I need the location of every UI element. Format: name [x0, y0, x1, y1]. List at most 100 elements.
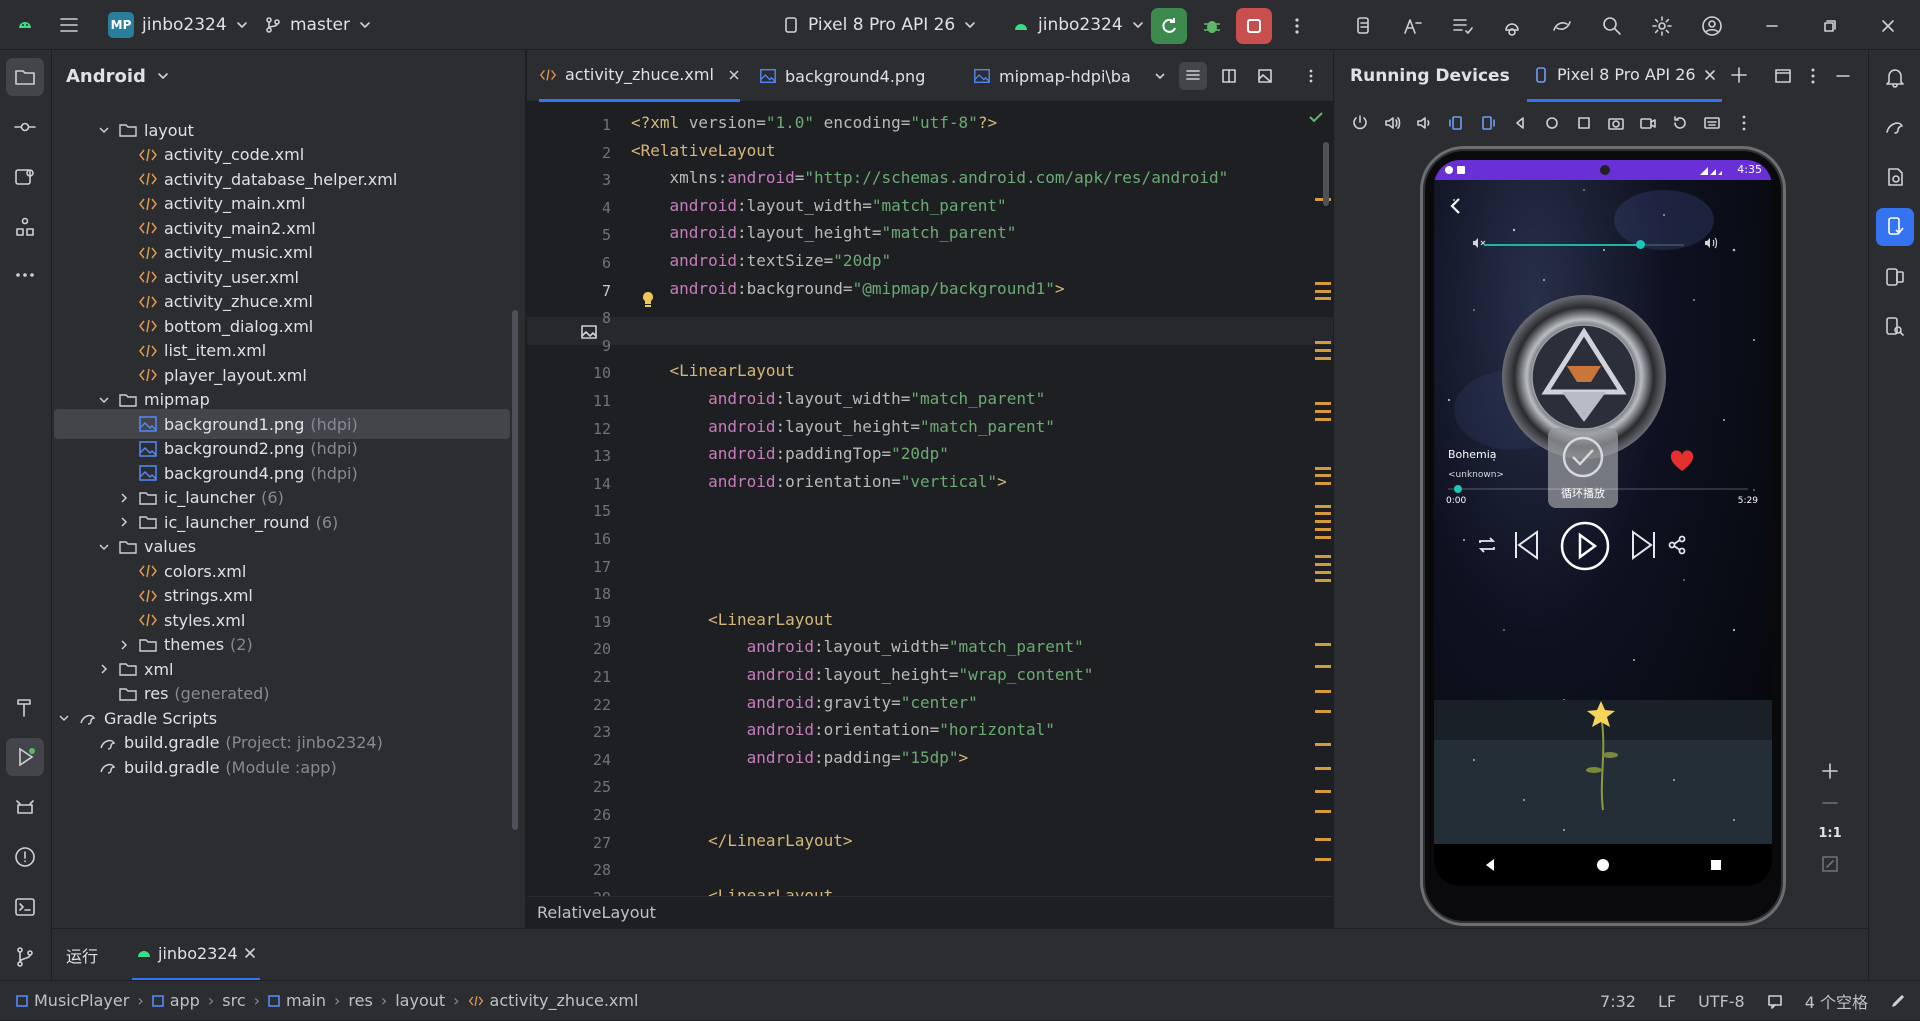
code-line[interactable]: android:layout_height="match_parent": [631, 414, 1055, 440]
device-manager-button[interactable]: [1346, 8, 1382, 44]
chevron-right-icon[interactable]: [116, 514, 132, 530]
volume-up-icon[interactable]: [1380, 111, 1404, 135]
path-segment[interactable]: main: [268, 991, 326, 1010]
chevron-down-icon[interactable]: [96, 122, 112, 138]
share-icon[interactable]: [1666, 534, 1688, 556]
account-button[interactable]: [1694, 8, 1730, 44]
design-view-button[interactable]: [1251, 62, 1279, 90]
chevron-down-icon[interactable]: [96, 392, 112, 408]
close-icon[interactable]: [728, 69, 740, 81]
line-separator[interactable]: LF: [1658, 992, 1676, 1011]
rotate-left-icon[interactable]: [1444, 111, 1468, 135]
reader-mode-button[interactable]: [1179, 62, 1207, 90]
path-segment[interactable]: src: [222, 991, 245, 1010]
project-tool-button[interactable]: [6, 58, 44, 96]
editor-tab[interactable]: activity_zhuce.xml: [539, 50, 740, 102]
edit-lock-icon[interactable]: [1890, 993, 1906, 1009]
code-line[interactable]: android:layout_width="match_parent": [631, 634, 1084, 660]
progress-thumb[interactable]: [1454, 485, 1462, 493]
code-line[interactable]: <RelativeLayout: [631, 138, 776, 164]
code-line[interactable]: android:layout_height="wrap_content": [631, 662, 1094, 688]
close-window-button[interactable]: [1870, 8, 1906, 44]
file-encoding[interactable]: UTF-8: [1698, 992, 1745, 1011]
power-icon[interactable]: [1348, 111, 1372, 135]
tree-scrollbar[interactable]: [512, 310, 518, 830]
code-line[interactable]: <?xml version="1.0" encoding="utf-8"?>: [631, 110, 997, 136]
code-line[interactable]: android:layout_width="match_parent": [631, 193, 1007, 219]
device-file-explorer-button[interactable]: [1876, 158, 1914, 196]
sync-button[interactable]: [1544, 8, 1580, 44]
stop-button[interactable]: [1236, 8, 1272, 44]
close-icon[interactable]: [244, 947, 256, 959]
terminal-tool-button[interactable]: [6, 888, 44, 926]
code-line[interactable]: android:layout_height="match_parent": [631, 220, 1017, 246]
editor-tab[interactable]: mipmap-hdpi\ba: [973, 50, 1167, 102]
logcat-tool-button[interactable]: [6, 788, 44, 826]
heart-icon[interactable]: [1670, 450, 1694, 472]
code-line[interactable]: android:orientation="vertical">: [631, 469, 1007, 495]
chevron-down-icon[interactable]: [56, 710, 72, 726]
chevron-right-icon[interactable]: [96, 661, 112, 677]
editor-more-button[interactable]: [1297, 62, 1325, 90]
zoom-actual-size-button[interactable]: 1:1: [1818, 826, 1841, 841]
rotate-right-icon[interactable]: [1476, 111, 1500, 135]
zoom-out-icon[interactable]: [1821, 794, 1839, 812]
caret-position[interactable]: 7:32: [1600, 992, 1636, 1011]
record-icon[interactable]: [1636, 111, 1660, 135]
editor-tab[interactable]: background4.png: [759, 50, 925, 102]
nav-home-icon[interactable]: [1596, 858, 1610, 872]
path-segment[interactable]: activity_zhuce.xml: [468, 991, 638, 1010]
path-segment[interactable]: MusicPlayer: [16, 991, 129, 1010]
code-line[interactable]: <LinearLayout: [631, 607, 833, 633]
bulb-icon[interactable]: [640, 291, 656, 309]
build-tool-button[interactable]: [6, 688, 44, 726]
code-line[interactable]: android:layout_width="match_parent": [631, 386, 1045, 412]
search-button[interactable]: [1594, 8, 1630, 44]
code-line[interactable]: </LinearLayout>: [631, 828, 853, 854]
project-view-selector[interactable]: Android: [52, 50, 525, 102]
close-icon[interactable]: [1704, 69, 1716, 81]
restore-window-button[interactable]: [1812, 8, 1848, 44]
device-screen[interactable]: 4:35 Bohemia <unknown> 循环播放 0:00 5:29: [1434, 160, 1772, 886]
layout-inspector-button[interactable]: [1444, 8, 1480, 44]
breadcrumb-item[interactable]: RelativeLayout: [537, 903, 656, 922]
translate-button[interactable]: [1394, 8, 1430, 44]
keyboard-icon[interactable]: [1700, 111, 1724, 135]
path-segment[interactable]: app: [151, 991, 200, 1010]
device-manager-side-button[interactable]: [1876, 258, 1914, 296]
code-line[interactable]: <LinearLayout: [631, 883, 833, 896]
repeat-icon[interactable]: [1476, 534, 1498, 556]
app-quality-button[interactable]: [1876, 308, 1914, 346]
device-mirror[interactable]: 4:35 Bohemia <unknown> 循环播放 0:00 5:29: [1420, 146, 1786, 926]
reset-icon[interactable]: [1668, 111, 1692, 135]
more-vertical-icon[interactable]: [1732, 111, 1756, 135]
main-menu-button[interactable]: [58, 0, 80, 50]
branch-selector[interactable]: master: [264, 0, 372, 50]
code-line[interactable]: <LinearLayout: [631, 358, 795, 384]
code-area[interactable]: <?xml version="1.0" encoding="utf-8"?> <R…: [527, 102, 1307, 896]
chevron-right-icon[interactable]: [116, 490, 132, 506]
run-tool-button[interactable]: [6, 738, 44, 776]
home-icon[interactable]: [1540, 111, 1564, 135]
rerun-button[interactable]: [1151, 8, 1187, 44]
settings-button[interactable]: [1644, 8, 1680, 44]
comment-icon[interactable]: [1767, 993, 1783, 1009]
path-segment[interactable]: layout: [395, 991, 445, 1010]
commit-tool-button[interactable]: [6, 108, 44, 146]
progress-bar[interactable]: [1448, 484, 1748, 494]
code-line[interactable]: android:paddingTop="20dp": [631, 441, 949, 467]
zoom-in-icon[interactable]: [1821, 762, 1839, 780]
project-selector[interactable]: MP jinbo2324: [108, 0, 249, 50]
vcs-tool-button[interactable]: [6, 938, 44, 976]
back-icon[interactable]: [1508, 111, 1532, 135]
xml-breadcrumb[interactable]: RelativeLayout: [527, 896, 1333, 928]
code-line[interactable]: android:background="@mipmap/background1"…: [631, 276, 1065, 302]
nav-recents-icon[interactable]: [1709, 858, 1723, 872]
code-line[interactable]: android:gravity="center": [631, 690, 978, 716]
code-line[interactable]: xmlns:android="http://schemas.android.co…: [631, 165, 1229, 191]
app-back-icon[interactable]: [1446, 196, 1466, 216]
debug-button[interactable]: [1194, 8, 1230, 44]
running-devices-button[interactable]: [1876, 208, 1914, 246]
volume-thumb[interactable]: [1636, 240, 1645, 249]
window-layout-icon[interactable]: [1774, 67, 1792, 85]
